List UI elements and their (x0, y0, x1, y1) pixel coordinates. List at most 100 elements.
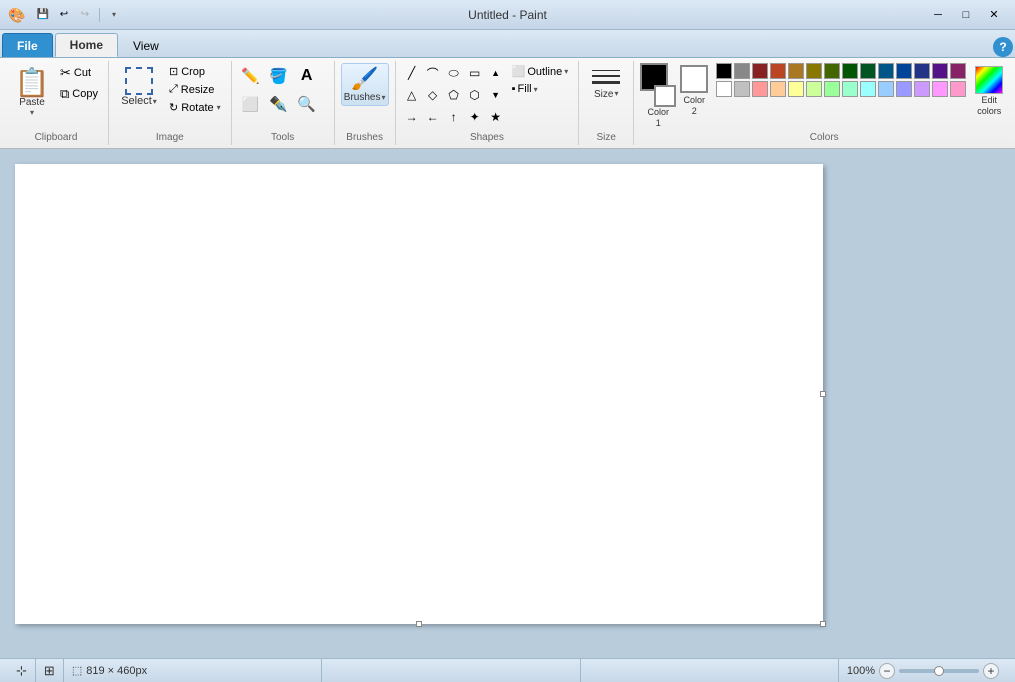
shape-4arrow[interactable]: ✦ (465, 107, 485, 127)
shape-left-arrow[interactable]: ← (423, 107, 443, 127)
clipboard-group-content: 📋 Paste ▾ ✂ Cut ⧉ Copy (10, 63, 102, 143)
brushes-button[interactable]: 🖌️ Brushes ▾ (341, 63, 389, 106)
color-cell[interactable] (842, 81, 858, 97)
zoom-slider[interactable] (899, 669, 979, 673)
color-cell[interactable] (914, 63, 930, 79)
shape-curve[interactable]: ⌒ (423, 63, 443, 83)
color-cell[interactable] (770, 63, 786, 79)
color-cell[interactable] (950, 63, 966, 79)
color-cell[interactable] (770, 81, 786, 97)
close-button[interactable]: ✕ (981, 5, 1007, 25)
image-group: Select ▾ ⊡ Crop ⤢ Resize (109, 61, 232, 145)
paste-button[interactable]: 📋 Paste ▾ (10, 63, 54, 121)
color2-button[interactable]: Color2 (680, 63, 708, 117)
separator (99, 8, 100, 22)
tools-group: ✏️ 🪣 A ⬜ ✒️ 🔍 Tools (232, 61, 335, 145)
shape-diamond[interactable]: ◇ (423, 85, 443, 105)
shape-rect[interactable]: ▭ (465, 63, 485, 83)
outline-button[interactable]: ⬜ Outline ▾ (508, 63, 573, 80)
paste-icon: 📋 (15, 69, 50, 97)
ribbon-tabs: File Home View ? (0, 30, 1015, 58)
fill-button[interactable]: 🪣 (266, 63, 292, 89)
eraser-button[interactable]: ⬜ (238, 91, 264, 117)
color-cell[interactable] (734, 63, 750, 79)
rotate-arrow: ▾ (217, 103, 221, 112)
select-button[interactable]: Select ▾ (116, 63, 162, 111)
tab-file[interactable]: File (2, 33, 53, 57)
color-cell[interactable] (752, 81, 768, 97)
color-cell[interactable] (716, 81, 732, 97)
resize-button[interactable]: ⤢ Resize (165, 81, 225, 98)
minimize-button[interactable]: ─ (925, 5, 951, 25)
maximize-button[interactable]: □ (953, 5, 979, 25)
color-picker-button[interactable]: ✒️ (266, 91, 292, 117)
text-button[interactable]: A (294, 63, 320, 89)
color-cell[interactable] (860, 63, 876, 79)
color-cell[interactable] (896, 81, 912, 97)
color-cell[interactable] (824, 81, 840, 97)
color-cell[interactable] (716, 63, 732, 79)
handle-bottom-middle[interactable] (416, 621, 422, 627)
handle-bottom-right[interactable] (820, 621, 826, 627)
color1-button[interactable]: Color1 (640, 63, 676, 129)
save-button[interactable]: 💾 (34, 6, 52, 24)
magnifier-button[interactable]: 🔍 (294, 91, 320, 117)
undo-button[interactable]: ↩ (55, 6, 73, 24)
edit-colors-button[interactable]: Editcolors (970, 63, 1008, 120)
tab-view[interactable]: View (118, 33, 174, 57)
image-label: Image (156, 132, 184, 143)
outline-label: Outline (527, 66, 562, 78)
color-cell[interactable] (788, 81, 804, 97)
palette-row-1 (716, 63, 966, 79)
color-cell[interactable] (860, 81, 876, 97)
shapes-group: ╱ ⌒ ⬭ ▭ ▲ △ ◇ ⬠ ⬡ ▼ → (396, 61, 580, 145)
color-cell[interactable] (842, 63, 858, 79)
select-icon (125, 67, 153, 95)
size-button[interactable]: Size ▾ (585, 63, 627, 117)
color-cell[interactable] (896, 63, 912, 79)
zoom-in-button[interactable]: + (983, 663, 999, 679)
paint-canvas[interactable] (15, 164, 823, 624)
shape-star[interactable]: ★ (486, 107, 506, 127)
paint-icon: 🎨 (8, 7, 24, 23)
help-button[interactable]: ? (993, 37, 1013, 57)
color-cell[interactable] (752, 63, 768, 79)
shapes-more-down[interactable]: ▼ (486, 85, 506, 105)
clipboard-group: 📋 Paste ▾ ✂ Cut ⧉ Copy Clipboard (4, 61, 109, 145)
color-cell[interactable] (950, 81, 966, 97)
fill-button[interactable]: ▪ Fill ▾ (508, 81, 573, 97)
shape-up-arrow[interactable]: ↑ (444, 107, 464, 127)
shapes-top-row: ╱ ⌒ ⬭ ▭ ▲ (402, 63, 506, 83)
color-cell[interactable] (914, 81, 930, 97)
shape-hexagon[interactable]: ⬡ (465, 85, 485, 105)
color-cell[interactable] (878, 81, 894, 97)
shapes-bot-row: → ← ↑ ✦ ★ (402, 107, 506, 127)
shape-line[interactable]: ╱ (402, 63, 422, 83)
cut-icon: ✂ (60, 65, 71, 81)
brushes-group-content: 🖌️ Brushes ▾ (341, 63, 389, 143)
color-cell[interactable] (806, 63, 822, 79)
color-cell[interactable] (932, 81, 948, 97)
color-cell[interactable] (734, 81, 750, 97)
shape-triangle[interactable]: △ (402, 85, 422, 105)
redo-button[interactable]: ↪ (76, 6, 94, 24)
quick-access-dropdown[interactable]: ▾ (105, 6, 123, 24)
status-bar: ⊹ ⊞ ⬚ 819 × 460px 100% − + (0, 658, 1015, 682)
crop-button[interactable]: ⊡ Crop (165, 63, 225, 80)
shapes-more-up[interactable]: ▲ (486, 63, 506, 83)
copy-button[interactable]: ⧉ Copy (56, 84, 102, 104)
handle-middle-right[interactable] (820, 391, 826, 397)
color-cell[interactable] (806, 81, 822, 97)
zoom-out-button[interactable]: − (879, 663, 895, 679)
shape-pentagon[interactable]: ⬠ (444, 85, 464, 105)
pencil-button[interactable]: ✏️ (238, 63, 264, 89)
shape-oval[interactable]: ⬭ (444, 63, 464, 83)
color-cell[interactable] (932, 63, 948, 79)
color-cell[interactable] (878, 63, 894, 79)
rotate-button[interactable]: ↻ Rotate ▾ (165, 99, 225, 116)
tab-home[interactable]: Home (55, 33, 118, 57)
color-cell[interactable] (788, 63, 804, 79)
color-cell[interactable] (824, 63, 840, 79)
cut-button[interactable]: ✂ Cut (56, 63, 102, 83)
shape-right-arrow[interactable]: → (402, 107, 422, 127)
